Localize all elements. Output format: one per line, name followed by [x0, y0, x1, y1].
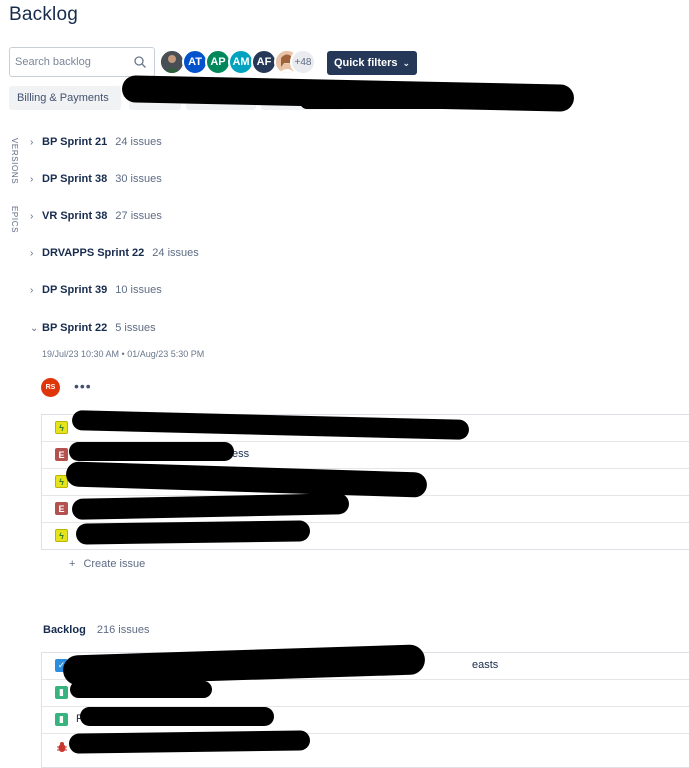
- sprint-header[interactable]: › BP Sprint 21 24 issues: [30, 133, 162, 151]
- backlog-issue-count: 216 issues: [96, 624, 150, 636]
- quick-filters-button[interactable]: Quick filters ⌄: [327, 51, 417, 75]
- redaction-mark: [69, 442, 234, 461]
- sprint-issue-count: 24 issues: [152, 247, 199, 259]
- chevron-right-icon[interactable]: ›: [30, 174, 42, 185]
- epic-icon: E: [55, 448, 68, 461]
- bookmark-icon: ▮: [55, 713, 68, 726]
- create-issue-label: Create issue: [83, 558, 146, 570]
- redaction-mark: [80, 707, 274, 726]
- redaction-mark: [75, 520, 311, 545]
- tab-billing-payments[interactable]: Billing & Payments: [9, 86, 121, 110]
- sprint-header[interactable]: › DRVAPPS Sprint 22 24 issues: [30, 244, 199, 262]
- avatar[interactable]: RS: [41, 378, 60, 397]
- sprint-header[interactable]: › DP Sprint 38 30 issues: [30, 170, 162, 188]
- sprint-name: DRVAPPS Sprint 22: [42, 247, 145, 259]
- story-icon: ϟ: [55, 421, 68, 434]
- more-avatars-button[interactable]: +48: [290, 49, 316, 75]
- sprint-dates: 19/Jul/23 10:30 AM • 01/Aug/23 5:30 PM: [42, 349, 205, 359]
- search-icon: [134, 56, 146, 68]
- chevron-down-icon[interactable]: ⌄: [30, 323, 42, 334]
- sprint-name: DP Sprint 38: [42, 173, 108, 185]
- sprint-header[interactable]: › DP Sprint 39 10 issues: [30, 281, 162, 299]
- backlog-title: Backlog: [43, 624, 86, 636]
- chevron-right-icon[interactable]: ›: [30, 285, 42, 296]
- chevron-right-icon[interactable]: ›: [30, 248, 42, 259]
- issue-summary: easts: [472, 659, 499, 671]
- sprint-name: VR Sprint 38: [42, 210, 108, 222]
- more-actions-button[interactable]: •••: [74, 378, 92, 394]
- chevron-right-icon[interactable]: ›: [30, 137, 42, 148]
- story-icon: ϟ: [55, 529, 68, 542]
- sprint-name: BP Sprint 21: [42, 136, 108, 148]
- epics-panel-toggle[interactable]: EPICS: [10, 206, 19, 233]
- sprint-issue-count: 10 issues: [115, 284, 162, 296]
- sprint-name: BP Sprint 22: [42, 322, 108, 334]
- sprint-header[interactable]: ⌄ BP Sprint 22 5 issues: [30, 319, 156, 337]
- chevron-down-icon: ⌄: [402, 57, 411, 68]
- redaction-mark: [70, 681, 212, 698]
- bookmark-icon: ▮: [55, 686, 68, 699]
- redaction-mark: [300, 95, 535, 109]
- plus-icon: +: [69, 558, 76, 570]
- bug-icon: [55, 740, 68, 753]
- search-input[interactable]: [15, 54, 130, 70]
- issue-summary: ess: [232, 448, 250, 460]
- quick-filters-label: Quick filters: [333, 57, 398, 69]
- page-title: Backlog: [9, 4, 78, 25]
- epic-icon: E: [55, 502, 68, 515]
- sprint-name: DP Sprint 39: [42, 284, 108, 296]
- sprint-issue-count: 5 issues: [115, 322, 156, 334]
- user-photo-icon: [161, 51, 183, 73]
- sprint-header[interactable]: › VR Sprint 38 27 issues: [30, 207, 162, 225]
- create-issue-button[interactable]: + Create issue: [69, 558, 145, 570]
- sprint-issue-count: 27 issues: [115, 210, 162, 222]
- redaction-mark: [68, 730, 311, 754]
- backlog-header[interactable]: Backlog 216 issues: [43, 624, 149, 636]
- chevron-right-icon[interactable]: ›: [30, 211, 42, 222]
- search-field[interactable]: [9, 47, 155, 77]
- sprint-issue-count: 30 issues: [115, 173, 162, 185]
- sprint-issue-count: 24 issues: [115, 136, 162, 148]
- versions-panel-toggle[interactable]: VERSIONS: [10, 138, 19, 184]
